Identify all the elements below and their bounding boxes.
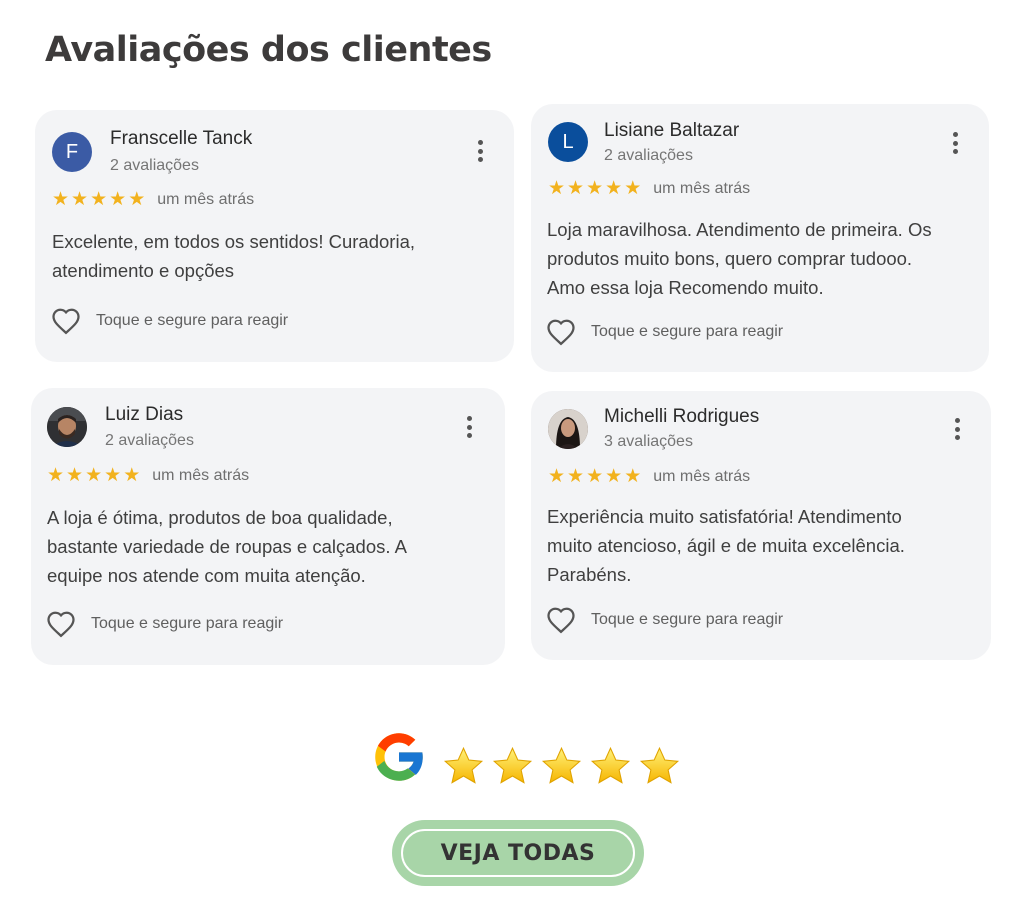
more-options-icon[interactable] xyxy=(467,416,473,438)
more-options-icon[interactable] xyxy=(955,418,961,440)
more-options-icon[interactable] xyxy=(478,140,484,162)
heart-icon xyxy=(547,607,575,634)
review-date: um mês atrás xyxy=(152,466,250,484)
review-card: L Lisiane Baltazar 2 avaliações ★ ★ ★ ★ ★ um… xyxy=(531,104,989,372)
review-card: Luiz Dias 2 avaliações ★ ★ ★ ★ ★ um mês atrá… xyxy=(31,388,505,665)
review-count: 2 avaliações xyxy=(105,432,194,449)
star-icon xyxy=(590,746,631,784)
review-date: um mês atrás xyxy=(157,190,255,208)
review-count: 2 avaliações xyxy=(110,157,199,174)
review-text: Excelente, em todos os sentidos! Curador… xyxy=(52,231,415,281)
avatar[interactable]: F xyxy=(52,132,92,172)
review-date: um mês atrás xyxy=(653,467,751,485)
star-icon xyxy=(541,746,582,784)
heart-icon xyxy=(52,308,80,335)
star-icon xyxy=(443,746,484,784)
star-rating-icons: ★ ★ ★ ★ ★ xyxy=(47,465,141,486)
avatar[interactable] xyxy=(47,407,87,447)
react-button[interactable]: Toque e segure para reagir xyxy=(546,606,783,634)
react-button[interactable]: Toque e segure para reagir xyxy=(51,307,288,335)
star-rating-icons: ★ ★ ★ ★ ★ xyxy=(52,189,146,210)
avatar[interactable] xyxy=(548,409,588,449)
reviewer-name[interactable]: Franscelle Tanck xyxy=(110,128,252,150)
google-rating-summary xyxy=(368,726,681,788)
reviewer-name[interactable]: Lisiane Baltazar xyxy=(604,120,739,142)
review-text: Loja maravilhosa. Atendimento de primeir… xyxy=(547,219,932,298)
review-text: A loja é ótima, produtos de boa qualidad… xyxy=(47,507,407,586)
view-all-label: VEJA TODAS xyxy=(401,829,635,877)
view-all-button[interactable]: VEJA TODAS xyxy=(392,820,644,886)
react-button[interactable]: Toque e segure para reagir xyxy=(46,610,283,638)
avatar-photo xyxy=(548,409,588,449)
rating: ★ ★ ★ ★ ★ um mês atrás xyxy=(47,466,249,485)
review-card: Michelli Rodrigues 3 avaliações ★ ★ ★ ★ ★ um… xyxy=(531,391,991,660)
star-icon xyxy=(639,746,680,784)
rating: ★ ★ ★ ★ ★ um mês atrás xyxy=(548,179,750,198)
review-count: 3 avaliações xyxy=(604,433,693,450)
more-options-icon[interactable] xyxy=(953,132,959,154)
review-date: um mês atrás xyxy=(653,179,751,197)
rating: ★ ★ ★ ★ ★ um mês atrás xyxy=(548,467,750,486)
reviewer-name[interactable]: Michelli Rodrigues xyxy=(604,406,759,428)
star-icon xyxy=(492,746,533,784)
review-card: F Franscelle Tanck 2 avaliações ★ ★ ★ ★ ★ um… xyxy=(35,110,514,362)
review-text: Experiência muito satisfatória! Atendime… xyxy=(547,506,905,585)
heart-icon xyxy=(47,611,75,638)
avatar[interactable]: L xyxy=(548,122,588,162)
review-count: 2 avaliações xyxy=(604,147,693,164)
rating: ★ ★ ★ ★ ★ um mês atrás xyxy=(52,190,254,209)
page-title: Avaliações dos clientes xyxy=(45,30,492,70)
reviewer-name[interactable]: Luiz Dias xyxy=(105,404,183,426)
star-rating-icons: ★ ★ ★ ★ ★ xyxy=(548,466,642,487)
avatar-photo xyxy=(47,407,87,447)
react-button[interactable]: Toque e segure para reagir xyxy=(546,318,783,346)
heart-icon xyxy=(547,319,575,346)
summary-stars xyxy=(442,745,681,788)
google-logo-icon xyxy=(375,733,425,781)
star-rating-icons: ★ ★ ★ ★ ★ xyxy=(548,178,642,199)
